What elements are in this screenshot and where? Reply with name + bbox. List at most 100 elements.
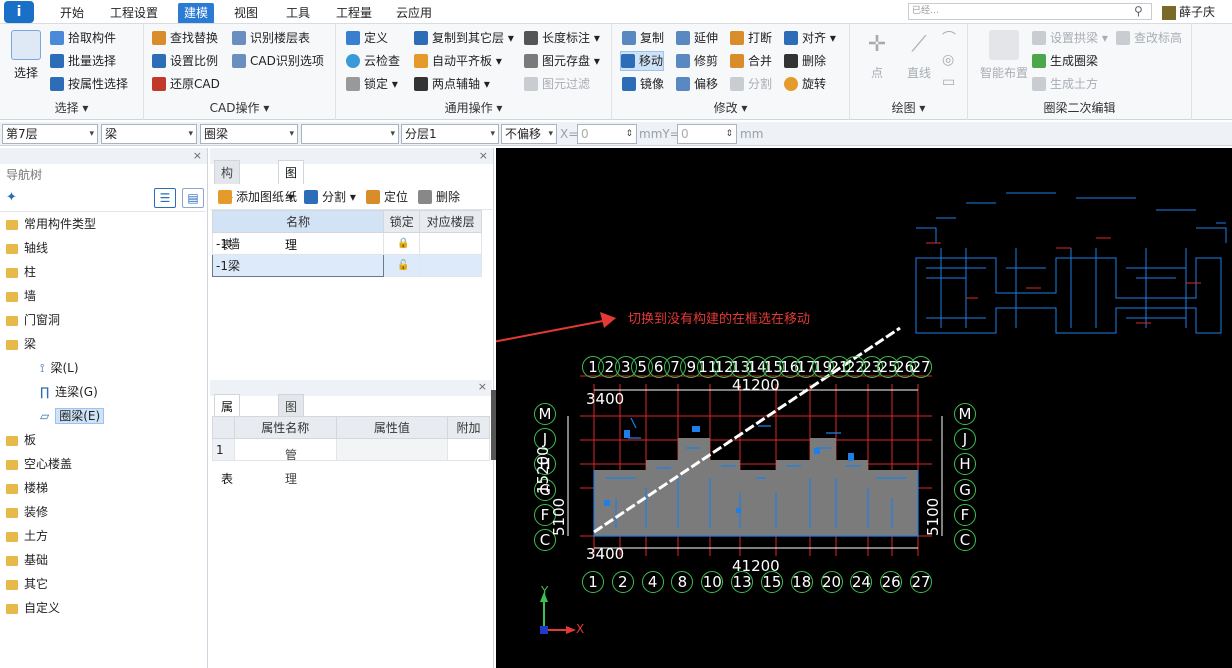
lock-icon[interactable]: 🔒 — [383, 232, 421, 255]
nav-other[interactable]: 其它 — [0, 573, 206, 595]
drawing-name-cell[interactable]: -1墙 — [211, 232, 385, 255]
nav-hollow-floor[interactable]: 空心楼盖 — [0, 453, 206, 475]
identify-floor-table-button[interactable]: 识别楼层表 — [232, 28, 310, 48]
select-by-property-button[interactable]: 按属性选择 — [50, 74, 128, 94]
user-account[interactable]: 薛子庆 — [1162, 3, 1215, 21]
restore-cad-button[interactable]: 还原CAD — [152, 74, 220, 94]
nav-wall[interactable]: 墙 — [0, 285, 206, 307]
nav-foundation[interactable]: 基础 — [0, 549, 206, 571]
copy-to-other-floor-button[interactable]: 复制到其它层 ▾ — [414, 28, 514, 48]
column-header-extra[interactable]: 附加 — [447, 416, 490, 439]
cloud-check-button[interactable]: 云检查 — [346, 51, 400, 71]
nav-door-window[interactable]: 门窗洞 — [0, 309, 206, 331]
rectangle-icon[interactable]: ▭ — [942, 74, 955, 90]
drawing-canvas[interactable]: 切换到没有构建的在框选在移动 1 2 3 5 6 7 9 11 12 13 14 15 16 17 19 21… — [496, 148, 1232, 668]
nav-decoration[interactable]: 装修 — [0, 501, 206, 523]
table-row[interactable]: -1梁 🔓 — [211, 254, 482, 277]
set-arch-beam-button[interactable]: 设置拱梁 ▾ — [1032, 28, 1108, 48]
nav-coupling-beam[interactable]: ∏ 连梁(G) — [40, 381, 200, 403]
define-button[interactable]: 定义 — [346, 28, 388, 48]
table-row[interactable]: 1 — [212, 438, 490, 461]
tab-project-settings[interactable]: 工程设置 — [104, 3, 164, 23]
circle-icon[interactable]: ◎ — [942, 52, 954, 68]
break-button[interactable]: 打断 — [730, 28, 772, 48]
tab-tools[interactable]: 工具 — [280, 3, 316, 23]
column-header-name[interactable]: 名称 — [211, 210, 385, 233]
nav-column[interactable]: 柱 — [0, 261, 206, 283]
smart-layout-button[interactable]: 智能布置 — [976, 30, 1032, 81]
close-icon[interactable]: × — [478, 380, 487, 393]
point-draw-button[interactable]: ✛ 点 — [860, 30, 894, 81]
delete-button[interactable]: 删除 — [784, 51, 826, 71]
drawing-name-cell[interactable]: -1梁 — [211, 254, 385, 277]
element-filter-button[interactable]: 图元过滤 — [524, 74, 590, 94]
tab-modeling[interactable]: 建模 — [178, 3, 215, 23]
cad-options-button[interactable]: CAD识别选项 — [232, 51, 324, 71]
arc-icon[interactable]: ⌒ — [942, 28, 956, 48]
mirror-button[interactable]: 镜像 — [622, 74, 664, 94]
y-offset-input[interactable]: 0 ⇕ — [677, 124, 737, 144]
x-offset-input[interactable]: 0 ⇕ — [577, 124, 637, 144]
tab-layer-management[interactable]: 图层管理 — [278, 394, 305, 486]
two-point-axis-button[interactable]: 两点辅轴 ▾ — [414, 74, 490, 94]
extra-cell[interactable] — [447, 438, 490, 461]
column-header-floor[interactable]: 对应楼层 — [419, 210, 482, 233]
locate-drawing-button[interactable]: 定位 — [366, 187, 408, 207]
save-element-button[interactable]: 图元存盘 ▾ — [524, 51, 600, 71]
table-row[interactable]: -1墙 🔒 — [211, 232, 482, 255]
tab-component-list[interactable]: 构件列表 — [214, 160, 241, 252]
cad-group-label[interactable]: CAD操作 ▾ — [144, 99, 335, 116]
nav-common-types[interactable]: 常用构件类型 — [0, 213, 206, 235]
tab-property-list[interactable]: 属性列表 — [214, 394, 241, 486]
offset-mode-select[interactable]: 不偏移 ▾ — [501, 124, 557, 144]
property-name-cell[interactable] — [233, 438, 337, 461]
auto-align-slab-button[interactable]: 自动平齐板 ▾ — [414, 51, 502, 71]
select-button[interactable]: 选择 — [8, 30, 44, 81]
add-drawing-button[interactable]: 添加图纸 ▾ — [218, 187, 294, 207]
nav-stairs[interactable]: 楼梯 — [0, 477, 206, 499]
unlock-icon[interactable]: 🔓 — [383, 254, 421, 277]
select-group-label[interactable]: 选择 ▾ — [0, 99, 143, 116]
add-icon[interactable]: ✦ — [6, 190, 17, 205]
rotate-button[interactable]: 旋转 — [784, 74, 826, 94]
tab-quantity[interactable]: 工程量 — [330, 3, 378, 23]
sublayer-select[interactable]: 分层1 ▾ — [401, 124, 499, 144]
copy-button[interactable]: 复制 — [622, 28, 664, 48]
find-replace-button[interactable]: 查找替换 — [152, 28, 218, 48]
tab-start[interactable]: 开始 — [54, 3, 90, 23]
floor-select[interactable]: 第7层 ▾ — [2, 124, 98, 144]
move-button[interactable]: 移动 — [620, 51, 665, 71]
line-draw-button[interactable]: ⟋ 直线 — [902, 30, 936, 81]
help-search-input[interactable]: 已经… — [908, 3, 1152, 20]
offset-button[interactable]: 偏移 — [676, 74, 718, 94]
batch-select-button[interactable]: 批量选择 — [50, 51, 116, 71]
delete-drawing-button[interactable]: 删除 — [418, 187, 460, 207]
common-group-label[interactable]: 通用操作 ▾ — [336, 99, 611, 116]
column-header-lock[interactable]: 锁定 — [383, 210, 421, 233]
tab-view[interactable]: 视图 — [228, 3, 264, 23]
nav-beam[interactable]: 梁 — [0, 333, 206, 355]
nav-earthwork[interactable]: 土方 — [0, 525, 206, 547]
table-view-icon[interactable]: ▤ — [182, 188, 204, 208]
draw-group-label[interactable]: 绘图 ▾ — [850, 99, 967, 116]
property-value-cell[interactable] — [335, 438, 449, 461]
nav-ring-beam[interactable]: ▱ 圈梁(E) — [40, 405, 200, 427]
tab-cloud[interactable]: 云应用 — [390, 3, 438, 23]
column-header-property-value[interactable]: 属性值 — [335, 416, 449, 439]
tab-drawing-management[interactable]: 图纸管理 — [278, 160, 305, 252]
generate-ring-beam-button[interactable]: 生成圈梁 — [1032, 51, 1098, 71]
floor-cell[interactable] — [419, 232, 482, 255]
nav-custom[interactable]: 自定义 — [0, 597, 206, 619]
component-subtype-select[interactable]: 圈梁 ▾ — [200, 124, 298, 144]
component-name-select[interactable]: ▾ — [301, 124, 399, 144]
modify-group-label[interactable]: 修改 ▾ — [612, 99, 849, 116]
list-view-icon[interactable]: ☰ — [154, 188, 176, 208]
set-scale-button[interactable]: 设置比例 — [152, 51, 218, 71]
split-drawing-button[interactable]: 分割 ▾ — [304, 187, 356, 207]
search-icon[interactable]: ⚲ — [1134, 4, 1143, 18]
nav-beam-l[interactable]: ⟟ 梁(L) — [40, 357, 200, 379]
trim-button[interactable]: 修剪 — [676, 51, 718, 71]
pick-component-button[interactable]: 拾取构件 — [50, 28, 116, 48]
length-dimension-button[interactable]: 长度标注 ▾ — [524, 28, 600, 48]
close-icon[interactable]: × — [193, 148, 202, 164]
